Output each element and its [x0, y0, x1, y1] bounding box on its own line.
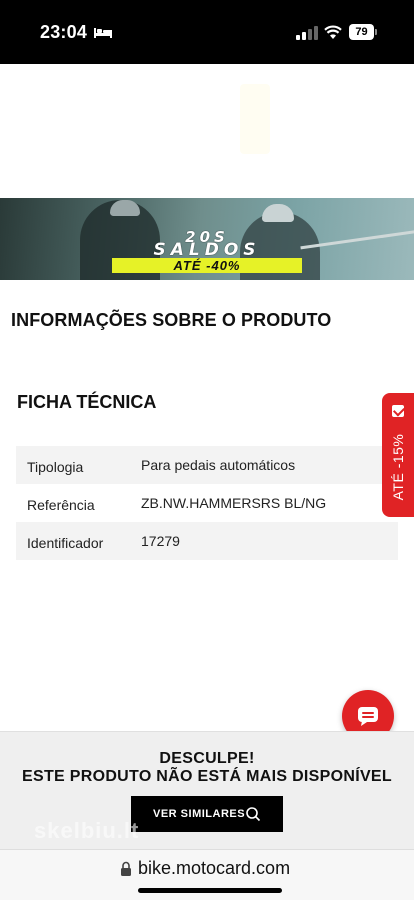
spec-key: Referência — [27, 497, 95, 513]
helmet-shape — [262, 204, 294, 222]
header-logo-placeholder — [240, 84, 270, 154]
search-icon — [246, 807, 261, 822]
chat-bubble-icon — [358, 707, 378, 726]
view-similar-label: VER SIMILARES — [153, 808, 246, 820]
spec-value: ZB.NW.HAMMERSRS BL/NG — [141, 495, 327, 511]
unavailable-notice: DESCULPE! ESTE PRODUTO NÃO ESTÁ MAIS DIS… — [0, 731, 414, 849]
home-indicator[interactable] — [138, 888, 282, 893]
notice-message: ESTE PRODUTO NÃO ESTÁ MAIS DISPONÍVEL — [22, 768, 392, 785]
notice-title: DESCULPE! — [159, 750, 255, 767]
view-similar-button[interactable]: VER SIMILARES — [131, 796, 283, 832]
table-row: Referência ZB.NW.HAMMERSRS BL/NG — [16, 484, 398, 522]
discount-side-tab[interactable]: ATÉ -15% — [382, 393, 414, 517]
browser-address-bar[interactable]: bike.motocard.com — [0, 849, 414, 900]
watermark: skelbiu.lt — [34, 818, 140, 843]
spec-sheet-title: FICHA TÉCNICA — [17, 392, 157, 412]
status-bar: 23:04 79 — [0, 0, 414, 64]
sale-banner[interactable]: 20S SALDOS ATÉ -40% — [0, 198, 414, 280]
battery-level: 79 — [349, 24, 374, 40]
address-url: bike.motocard.com — [138, 858, 291, 878]
helmet-shape — [110, 200, 140, 216]
cellular-signal-icon — [296, 26, 318, 40]
product-info-title: INFORMAÇÕES SOBRE O PRODUTO — [11, 310, 332, 330]
banner-line-2: SALDOS — [153, 240, 261, 260]
status-time: 23:04 — [40, 22, 88, 42]
bed-icon — [94, 28, 112, 38]
lock-icon — [121, 861, 131, 876]
banner-discount: ATÉ -40% — [112, 258, 302, 273]
wifi-icon — [324, 25, 342, 39]
table-row: Identificador 17279 — [16, 522, 398, 560]
spec-table: Tipologia Para pedais automáticos Referê… — [16, 446, 398, 560]
battery-icon: 79 — [349, 24, 377, 40]
spec-key: Tipologia — [27, 459, 84, 475]
discount-tab-label: ATÉ -15% — [390, 433, 406, 501]
envelope-icon — [392, 405, 404, 417]
spec-key: Identificador — [27, 535, 104, 551]
spec-value: 17279 — [141, 533, 180, 549]
spec-value: Para pedais automáticos — [141, 457, 296, 473]
table-row: Tipologia Para pedais automáticos — [16, 446, 398, 484]
